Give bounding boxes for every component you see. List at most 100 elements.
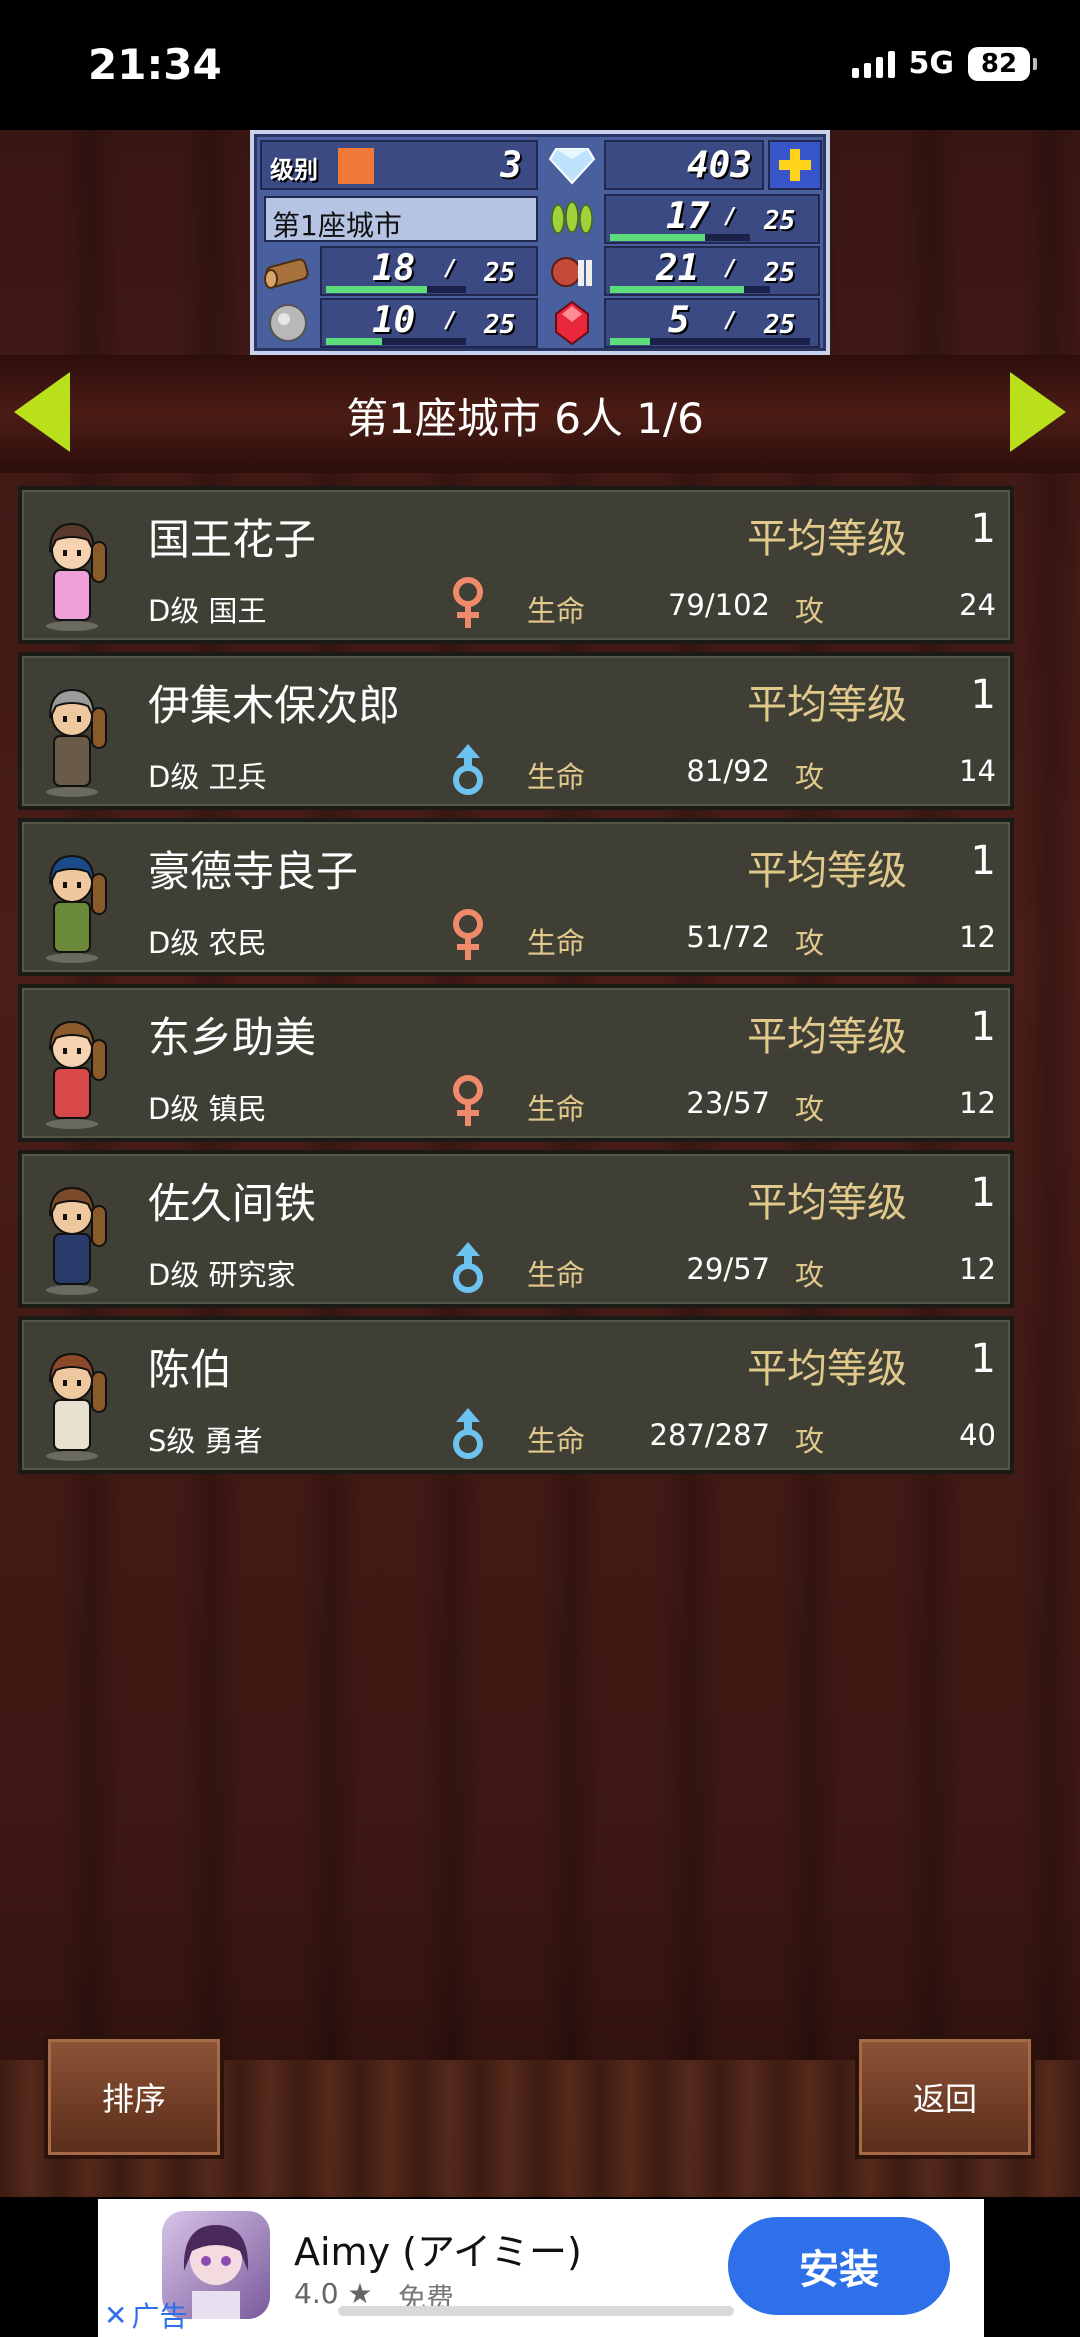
status-time: 21:34 bbox=[88, 40, 222, 89]
hp-label: 生命 bbox=[527, 760, 586, 794]
sort-button[interactable]: 排序 bbox=[44, 2035, 224, 2159]
hp-label: 生命 bbox=[527, 1258, 586, 1292]
level-value: 3 bbox=[500, 145, 522, 186]
avg-level-value: 1 bbox=[970, 1170, 996, 1216]
attack-label: 攻 bbox=[795, 1424, 825, 1458]
character-name: 佐久间铁 bbox=[148, 1179, 317, 1228]
attack-value: 12 bbox=[959, 1252, 996, 1286]
cellular-signal-icon bbox=[851, 50, 895, 78]
avg-level-value: 1 bbox=[970, 1336, 996, 1382]
food-value: 17 bbox=[666, 196, 710, 237]
attack-value: 24 bbox=[959, 588, 996, 622]
female-gender-icon bbox=[446, 576, 490, 632]
ad-install-button[interactable]: 安装 bbox=[728, 2217, 950, 2315]
character-card[interactable]: 陈伯 平均等级 1 S级 勇者 生命 287/287 攻 40 bbox=[18, 1316, 1014, 1474]
city-name: 第1座城市 bbox=[272, 209, 402, 242]
battery-icon: 82 bbox=[968, 46, 1037, 81]
avg-level-value: 1 bbox=[970, 838, 996, 884]
character-card[interactable]: 东乡助美 平均等级 1 D级 镇民 生命 23/57 攻 12 bbox=[18, 984, 1014, 1142]
hp-value: 51/72 bbox=[686, 920, 770, 954]
hp-label: 生命 bbox=[527, 1092, 586, 1126]
ad-close-button[interactable]: ✕ 广告 bbox=[104, 2295, 187, 2335]
character-rank: D级 研究家 bbox=[148, 1258, 296, 1292]
attack-label: 攻 bbox=[795, 760, 825, 794]
avg-level-value: 1 bbox=[970, 1004, 996, 1050]
ruby-value: 5 bbox=[668, 300, 690, 341]
avg-level-label: 平均等级 bbox=[747, 1346, 907, 1392]
city-name-box: 第1座城市 bbox=[264, 196, 538, 242]
character-name: 豪德寺良子 bbox=[148, 847, 359, 896]
male-gender-icon bbox=[446, 742, 490, 798]
resource-panel: 级别 3 403 第1座城市 17 / 25 18 / 25 21 / 25 1… bbox=[250, 130, 830, 355]
status-icons: 5G 82 bbox=[851, 46, 1037, 81]
avg-level-label: 平均等级 bbox=[747, 682, 907, 728]
ad-app-name[interactable]: Aimy (アイミー) bbox=[294, 2221, 582, 2276]
attack-label: 攻 bbox=[795, 1258, 825, 1292]
meat-max: 25 bbox=[764, 258, 796, 288]
wood-max: 25 bbox=[484, 258, 516, 288]
back-button[interactable]: 返回 bbox=[855, 2035, 1035, 2159]
ruby-sep: / bbox=[724, 308, 738, 333]
character-rank: D级 卫兵 bbox=[148, 760, 267, 794]
close-icon[interactable]: ✕ bbox=[104, 2299, 127, 2332]
level-progress-icon bbox=[338, 148, 374, 184]
avg-level-label: 平均等级 bbox=[747, 1180, 907, 1226]
hp-label: 生命 bbox=[527, 594, 586, 628]
character-rank: D级 镇民 bbox=[148, 1092, 267, 1126]
stone-sep: / bbox=[444, 308, 458, 333]
avg-level-label: 平均等级 bbox=[747, 1014, 907, 1060]
diamond-icon bbox=[544, 140, 600, 190]
page-title: 第1座城市 6人 1/6 bbox=[346, 394, 704, 443]
level-label: 级别 bbox=[270, 156, 318, 184]
ruby-icon bbox=[544, 298, 600, 348]
meat-bar bbox=[610, 286, 770, 293]
avg-level-value: 1 bbox=[970, 506, 996, 552]
ruby-bar bbox=[610, 338, 810, 345]
stone-value: 10 bbox=[372, 300, 416, 341]
character-rank: S级 勇者 bbox=[148, 1424, 263, 1458]
stone-max: 25 bbox=[484, 310, 516, 340]
food-bar bbox=[610, 234, 750, 241]
avg-level-value: 1 bbox=[970, 672, 996, 718]
attack-value: 40 bbox=[959, 1418, 996, 1452]
home-indicator[interactable] bbox=[338, 2306, 734, 2316]
attack-label: 攻 bbox=[795, 594, 825, 628]
attack-label: 攻 bbox=[795, 1092, 825, 1126]
attack-value: 14 bbox=[959, 754, 996, 788]
hp-value: 287/287 bbox=[649, 1418, 770, 1452]
stone-cell: 10 / 25 bbox=[320, 298, 538, 348]
status-bar: 21:34 5G 82 bbox=[0, 0, 1080, 130]
ad-banner[interactable]: Aimy (アイミー) 4.0 ★ 免费 安装 ✕ 广告 bbox=[98, 2199, 984, 2337]
character-name: 国王花子 bbox=[148, 515, 317, 564]
female-gender-icon bbox=[446, 908, 490, 964]
ruby-max: 25 bbox=[764, 310, 796, 340]
male-gender-icon bbox=[446, 1240, 490, 1296]
level-cell: 级别 3 bbox=[260, 140, 538, 190]
wood-cell: 18 / 25 bbox=[320, 246, 538, 296]
hp-value: 79/102 bbox=[667, 588, 770, 622]
hp-label: 生命 bbox=[527, 926, 586, 960]
character-list: 国王花子 平均等级 1 D级 国王 生命 79/102 攻 24 伊集木保次郎 平均等级 1 D级 卫… bbox=[18, 486, 1018, 1482]
gems-value: 403 bbox=[686, 145, 752, 186]
hp-value: 81/92 bbox=[686, 754, 770, 788]
stone-orb-icon bbox=[260, 298, 316, 348]
meat-icon bbox=[544, 246, 600, 296]
character-portrait bbox=[32, 844, 112, 964]
character-card[interactable]: 伊集木保次郎 平均等级 1 D级 卫兵 生命 81/92 攻 14 bbox=[18, 652, 1014, 810]
character-card[interactable]: 国王花子 平均等级 1 D级 国王 生命 79/102 攻 24 bbox=[18, 486, 1014, 644]
character-card[interactable]: 佐久间铁 平均等级 1 D级 研究家 生命 29/57 攻 12 bbox=[18, 1150, 1014, 1308]
hp-label: 生命 bbox=[527, 1424, 586, 1458]
meat-cell: 21 / 25 bbox=[604, 246, 820, 296]
character-card[interactable]: 豪德寺良子 平均等级 1 D级 农民 生命 51/72 攻 12 bbox=[18, 818, 1014, 976]
avg-level-label: 平均等级 bbox=[747, 848, 907, 894]
character-name: 陈伯 bbox=[148, 1345, 233, 1394]
food-cell: 17 / 25 bbox=[604, 194, 820, 244]
attack-label: 攻 bbox=[795, 926, 825, 960]
wood-sep: / bbox=[444, 256, 458, 281]
wood-bar bbox=[326, 286, 466, 293]
next-page-arrow-icon[interactable] bbox=[1010, 372, 1066, 452]
hp-value: 23/57 bbox=[686, 1086, 770, 1120]
add-gems-button[interactable] bbox=[768, 140, 822, 190]
ad-label: 广告 bbox=[131, 2300, 188, 2333]
character-portrait bbox=[32, 678, 112, 798]
